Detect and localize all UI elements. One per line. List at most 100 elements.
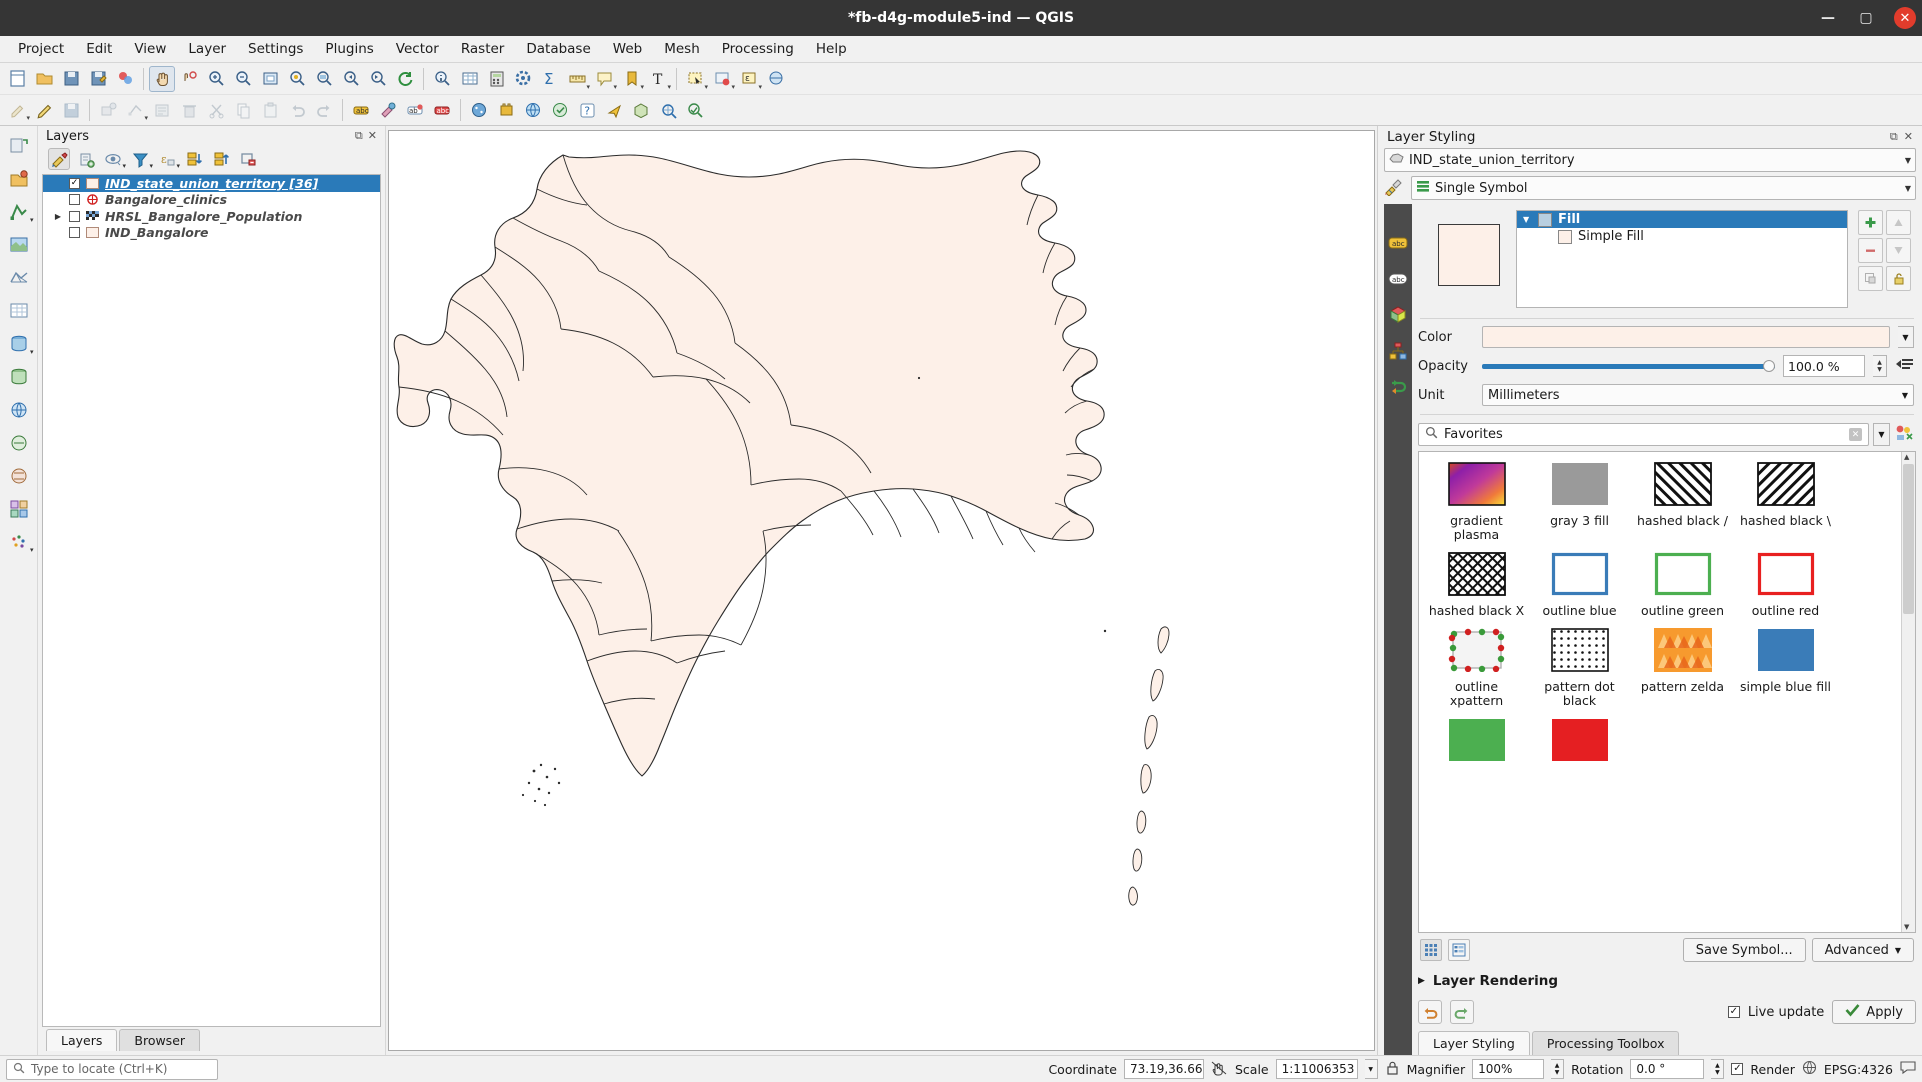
remove-layer-icon[interactable] (237, 148, 259, 170)
messages-icon[interactable] (1900, 1060, 1916, 1078)
scale-dropdown-icon[interactable]: ▼ (1364, 1059, 1378, 1079)
delete-selected-icon[interactable] (176, 97, 202, 123)
float-panel-icon[interactable]: ⧉ (1890, 130, 1898, 144)
render-checkbox[interactable]: ✓ (1731, 1063, 1744, 1075)
symbol-gallery-item[interactable] (1528, 718, 1631, 766)
close-button[interactable]: ✕ (1894, 7, 1916, 29)
new-project-icon[interactable] (4, 66, 30, 92)
manage-map-themes-icon[interactable]: ▾ (102, 148, 126, 170)
measure-line-icon[interactable]: ▾ (564, 66, 590, 92)
history-tab-icon[interactable] (1387, 376, 1409, 398)
tab-processing-toolbox[interactable]: Processing Toolbox (1531, 1031, 1680, 1055)
zoom-next-icon[interactable] (365, 66, 391, 92)
gallery-scrollbar[interactable]: ▲ ▼ (1901, 452, 1915, 932)
open-attribute-table-icon[interactable] (456, 66, 482, 92)
zoom-full-icon[interactable] (257, 66, 283, 92)
minimize-button[interactable]: — (1810, 3, 1846, 33)
toggle-extents-icon[interactable] (1211, 1060, 1228, 1079)
zoom-to-selection-icon[interactable] (284, 66, 310, 92)
data-defined-override-icon[interactable] (1895, 356, 1914, 376)
identify-features-icon[interactable] (429, 66, 455, 92)
lock-symbol-layer-icon[interactable] (1886, 266, 1911, 291)
expand-all-icon[interactable] (183, 148, 205, 170)
undo-style-icon[interactable] (1418, 1000, 1442, 1024)
processing-toolbox-icon[interactable] (510, 66, 536, 92)
maximize-button[interactable]: ▢ (1848, 3, 1884, 33)
text-annotation-icon[interactable]: T ▾ (645, 66, 672, 92)
georeferencer-icon[interactable] (655, 97, 681, 123)
menu-project[interactable]: Project (8, 38, 74, 60)
layer-tree-item[interactable]: IND_Bangalore (43, 225, 380, 242)
layer-visibility-checkbox[interactable] (69, 227, 80, 239)
gps-information-icon[interactable] (601, 97, 627, 123)
open-layer-styling-panel-icon[interactable] (48, 148, 70, 170)
rotation-stepper[interactable]: ▲ ▼ (1711, 1059, 1725, 1079)
close-panel-icon[interactable]: ✕ (1904, 130, 1913, 144)
layer-rendering-section[interactable]: ▶ Layer Rendering (1418, 967, 1916, 995)
zoom-out-icon[interactable] (230, 66, 256, 92)
add-wfs-layer-icon[interactable] (5, 462, 33, 490)
menu-view[interactable]: View (124, 38, 176, 60)
color-dropdown-icon[interactable]: ▼ (1898, 326, 1914, 348)
magnifier-input[interactable]: 100% (1472, 1059, 1545, 1079)
layer-tree-item[interactable]: ▶ HRSL_Bangalore_Population (43, 208, 380, 225)
menu-edit[interactable]: Edit (76, 38, 122, 60)
scrollbar-thumb[interactable] (1903, 464, 1914, 614)
diagram-labels-icon[interactable]: ab (402, 97, 428, 123)
symbol-gallery-item[interactable] (1425, 718, 1528, 766)
map-canvas[interactable] (388, 130, 1375, 1051)
help-icon[interactable]: ? (574, 97, 600, 123)
add-symbol-layer-icon[interactable] (1858, 210, 1883, 235)
symbol-gallery-item[interactable]: outline green (1631, 552, 1734, 618)
add-vector-layer-icon[interactable]: ▾ (5, 198, 34, 226)
crs-globe-icon[interactable] (1802, 1060, 1817, 1078)
symbol-layer-row[interactable]: ▼ Fill (1517, 211, 1847, 228)
clear-search-icon[interactable]: ✕ (1849, 428, 1862, 441)
symbol-gallery-item[interactable]: hashed black \ (1734, 462, 1837, 542)
undo-icon[interactable] (284, 97, 310, 123)
renderer-type-combo[interactable]: Single Symbol ▼ (1411, 176, 1916, 200)
menu-web[interactable]: Web (603, 38, 652, 60)
scale-input[interactable]: 1:11006353 (1275, 1059, 1358, 1079)
vertex-tool-icon[interactable]: ▾ (122, 97, 148, 123)
open-project-icon[interactable] (31, 66, 57, 92)
symbol-filter-dropdown-icon[interactable]: ▼ (1873, 423, 1890, 446)
cut-features-icon[interactable] (203, 97, 229, 123)
symbol-gallery-item[interactable]: outline blue (1528, 552, 1631, 618)
fill-color-swatch[interactable] (1482, 326, 1890, 348)
add-feature-icon[interactable] (95, 97, 121, 123)
data-source-manager-icon[interactable] (5, 165, 33, 193)
add-mesh-layer-icon[interactable] (5, 264, 33, 292)
layer-visibility-checkbox[interactable] (69, 210, 80, 222)
tab-layers[interactable]: Layers (46, 1029, 118, 1051)
labels-tab-icon[interactable]: abc (1387, 232, 1409, 254)
coordinate-input[interactable]: 73.19,36.66 (1123, 1059, 1204, 1079)
float-panel-icon[interactable]: ⧉ (355, 129, 363, 143)
pan-map-icon[interactable] (149, 65, 175, 92)
layer-visibility-checkbox[interactable]: ✓ (69, 177, 80, 189)
symbol-layer-row[interactable]: Simple Fill (1517, 228, 1847, 245)
menu-raster[interactable]: Raster (451, 38, 515, 60)
paste-features-icon[interactable] (257, 97, 283, 123)
menu-help[interactable]: Help (806, 38, 857, 60)
deselect-features-icon[interactable]: ▾ (709, 66, 735, 92)
masks-tab-icon[interactable]: abc (1387, 268, 1409, 290)
symbol-gallery-item[interactable]: gray 3 fill (1528, 462, 1631, 542)
new-3d-map-view-icon[interactable] (628, 97, 654, 123)
add-spatialite-layer-icon[interactable] (5, 363, 33, 391)
save-project-icon[interactable] (58, 66, 84, 92)
add-wms-layer-icon[interactable] (5, 396, 33, 424)
add-delimited-text-layer-icon[interactable] (5, 297, 33, 325)
opacity-value-input[interactable]: 100.0 % (1783, 355, 1865, 377)
live-update-checkbox[interactable]: ✓ (1727, 1006, 1740, 1018)
select-by-expression-icon[interactable]: ε ▾ (736, 66, 762, 92)
tab-layer-styling[interactable]: Layer Styling (1418, 1031, 1530, 1055)
map-tips-icon[interactable]: ▾ (591, 66, 617, 92)
select-features-icon[interactable]: ▾ (682, 66, 708, 92)
menu-processing[interactable]: Processing (712, 38, 804, 60)
symbol-search-input[interactable]: Favorites ✕ (1418, 423, 1869, 446)
redo-style-icon[interactable] (1450, 1000, 1474, 1024)
diagrams-tab-icon[interactable] (1387, 340, 1409, 362)
collapse-all-icon[interactable] (210, 148, 232, 170)
metasearch-icon[interactable] (547, 97, 573, 123)
